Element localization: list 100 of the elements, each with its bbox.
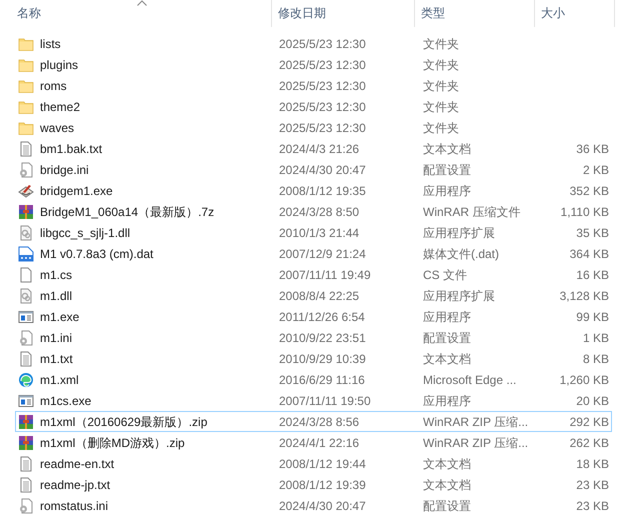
folder-icon [18, 120, 34, 136]
library-file-icon [18, 224, 34, 240]
modified-date: 2025/5/23 12:30 [278, 36, 367, 52]
folder-icon [18, 56, 34, 72]
file-type: 文件夹 [422, 78, 460, 94]
archive-icon [18, 204, 34, 220]
file-type: 配置设置 [422, 498, 472, 514]
file-row[interactable]: lists 2025/5/23 12:30 文件夹 [15, 33, 612, 54]
modified-date: 2025/5/23 12:30 [278, 98, 367, 116]
file-row[interactable]: bridgem1.exe 2008/1/12 19:35 应用程序 352 KB [15, 180, 612, 201]
column-header[interactable]: 大小 [535, 0, 615, 27]
file-row[interactable]: m1.exe 2011/12/26 6:54 应用程序 99 KB [15, 306, 612, 327]
file-name: M1 v0.7.8a3 (cm).dat [40, 246, 154, 262]
file-name: plugins [40, 56, 78, 74]
file-row[interactable]: plugins 2025/5/23 12:30 文件夹 [15, 54, 612, 75]
settings-file-icon [18, 498, 34, 514]
file-size: 8 KB [582, 350, 610, 368]
browser-icon [18, 372, 34, 388]
file-row[interactable]: roms 2025/5/23 12:30 文件夹 [15, 75, 612, 96]
file-size: 16 KB [576, 266, 610, 284]
installer-icon [18, 182, 34, 198]
file-name: m1.ini [40, 330, 72, 346]
modified-date: 2024/4/30 20:47 [278, 498, 367, 514]
file-size: 20 KB [576, 392, 610, 410]
text-file-icon [18, 350, 34, 366]
text-file-icon [18, 456, 34, 472]
modified-date: 2024/4/3 21:26 [278, 140, 360, 158]
file-size: 18 KB [576, 456, 610, 472]
settings-file-icon [18, 162, 34, 178]
file-row[interactable]: m1.txt 2010/9/29 10:39 文本文档 8 KB [15, 348, 612, 369]
settings-file-icon [18, 330, 34, 346]
modified-date: 2008/8/4 22:25 [278, 288, 360, 304]
application-icon [18, 308, 34, 324]
file-row[interactable]: m1.cs 2007/11/11 19:49 CS 文件 16 KB [15, 264, 612, 285]
modified-date: 2007/11/11 19:49 [278, 266, 372, 284]
file-name: m1cs.exe [40, 392, 92, 410]
file-name: theme2 [40, 98, 80, 116]
file-size: 292 KB [570, 414, 610, 430]
file-size: 36 KB [576, 140, 610, 158]
file-size: 3,128 KB [560, 288, 610, 304]
file-type: 配置设置 [422, 330, 472, 346]
file-type: 应用程序扩展 [422, 288, 496, 304]
text-file-icon [18, 476, 34, 492]
modified-date: 2024/4/30 20:47 [278, 162, 367, 178]
file-row[interactable]: M1 v0.7.8a3 (cm).dat 2007/12/9 21:24 媒体文件(.dat) 364 KB [15, 243, 612, 264]
file-size: 23 KB [576, 498, 610, 514]
modified-date: 2007/12/9 21:24 [278, 246, 367, 262]
file-row[interactable]: readme-en.txt 2008/1/12 19:44 文本文档 18 KB [15, 453, 612, 474]
file-icon [18, 266, 34, 282]
file-type: 文本文档 [422, 350, 472, 368]
modified-date: 2010/9/29 10:39 [278, 350, 367, 368]
file-name: libgcc_s_sjlj-1.dll [40, 224, 130, 242]
file-row[interactable]: readme-jp.txt 2008/1/12 19:39 文本文档 23 KB [15, 474, 612, 495]
file-type: 文件夹 [422, 36, 460, 52]
folder-icon [18, 36, 34, 52]
file-name: bm1.bak.txt [40, 140, 102, 158]
file-size: 23 KB [576, 476, 610, 494]
file-row[interactable]: theme2 2025/5/23 12:30 文件夹 [15, 96, 612, 117]
file-row[interactable]: m1.xml 2016/6/29 11:16 Microsoft Edge ... 1,260 KB [15, 369, 612, 390]
text-file-icon [18, 140, 34, 156]
file-size: 364 KB [570, 246, 610, 262]
file-type: 文件夹 [422, 56, 460, 74]
file-name: readme-en.txt [40, 456, 114, 472]
modified-date: 2024/4/1 22:16 [278, 434, 360, 452]
file-name: BridgeM1_060a14（最新版）.7z [40, 204, 214, 220]
file-name: m1xml（删除MD游戏）.zip [40, 434, 185, 452]
column-header[interactable]: 修改日期 [272, 0, 415, 27]
column-header[interactable]: 类型 [415, 0, 535, 27]
file-size: 1,110 KB [560, 204, 610, 220]
file-type: Microsoft Edge ... [422, 372, 518, 388]
file-row[interactable]: m1.dll 2008/8/4 22:25 应用程序扩展 3,128 KB [15, 285, 612, 306]
modified-date: 2024/3/28 8:50 [278, 204, 360, 220]
modified-date: 2011/12/26 6:54 [278, 308, 366, 326]
sort-ascending-icon [136, 0, 146, 6]
modified-date: 2024/3/28 8:56 [278, 414, 360, 430]
media-file-icon [18, 246, 34, 262]
file-row[interactable]: romstatus.ini 2024/4/30 20:47 配置设置 23 KB [15, 495, 612, 516]
file-row[interactable]: waves 2025/5/23 12:30 文件夹 [15, 117, 612, 138]
file-type: 文件夹 [422, 120, 460, 136]
file-row[interactable]: BridgeM1_060a14（最新版）.7z 2024/3/28 8:50 WinRAR 压缩文件 1,110 KB [15, 201, 612, 222]
file-name: m1.dll [40, 288, 72, 304]
file-name: m1xml（20160629最新版）.zip [40, 414, 208, 430]
file-type: 应用程序 [422, 392, 472, 410]
file-type: WinRAR 压缩文件 [422, 204, 522, 220]
file-row[interactable]: m1cs.exe 2007/11/11 19:50 应用程序 20 KB [15, 390, 612, 411]
file-row[interactable]: m1.ini 2010/9/22 23:51 配置设置 1 KB [15, 327, 612, 348]
column-header[interactable]: 名称 [0, 0, 272, 27]
file-name: lists [40, 36, 61, 52]
application-icon [18, 392, 34, 408]
file-row[interactable]: m1xml（删除MD游戏）.zip 2024/4/1 22:16 WinRAR ZIP 压缩... 262 KB [15, 432, 612, 453]
file-row[interactable]: m1xml（20160629最新版）.zip 2024/3/28 8:56 WinRAR ZIP 压缩... 292 KB [15, 411, 612, 432]
file-row[interactable]: libgcc_s_sjlj-1.dll 2010/1/3 21:44 应用程序扩展 35 KB [15, 222, 612, 243]
file-row[interactable]: bridge.ini 2024/4/30 20:47 配置设置 2 KB [15, 159, 612, 180]
modified-date: 2007/11/11 19:50 [278, 392, 372, 410]
file-type: 文本文档 [422, 476, 472, 494]
file-row[interactable]: bm1.bak.txt 2024/4/3 21:26 文本文档 36 KB [15, 138, 612, 159]
modified-date: 2025/5/23 12:30 [278, 78, 367, 94]
folder-icon [18, 98, 34, 114]
modified-date: 2008/1/12 19:44 [278, 456, 367, 472]
file-size: 2 KB [582, 162, 610, 178]
